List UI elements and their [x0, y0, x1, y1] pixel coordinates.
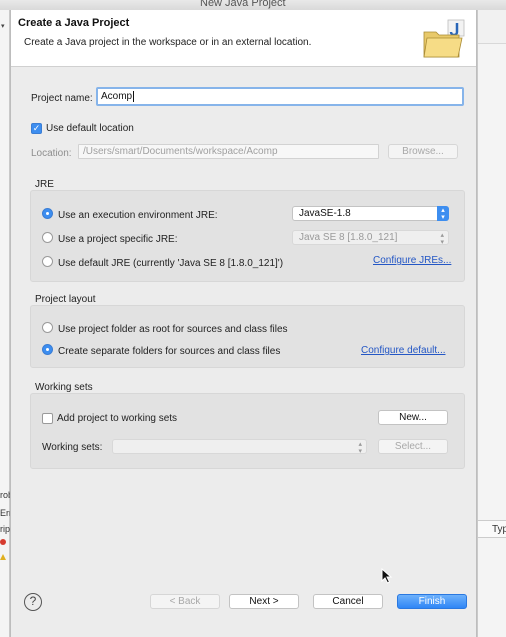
jre-project-specific-label: Use a project specific JRE:	[58, 234, 178, 245]
ide-title-bar: New Java Project	[0, 0, 506, 10]
project-name-label: Project name:	[31, 93, 93, 104]
browse-button[interactable]: Browse...	[388, 144, 458, 159]
ide-left-panel: ▾ rob Err rip	[0, 10, 10, 637]
working-sets-select[interactable]: ▴ ▾	[112, 439, 367, 455]
help-icon[interactable]: ?	[24, 593, 42, 611]
new-working-set-button[interactable]: New...	[378, 410, 448, 425]
working-sets-group	[30, 393, 465, 469]
project-specific-jre-value: Java SE 8 [1.8.0_121]	[299, 232, 398, 243]
warning-icon	[0, 554, 6, 560]
select-working-sets-button[interactable]: Select...	[378, 439, 448, 454]
project-specific-jre-select[interactable]: Java SE 8 [1.8.0_121] ▴ ▾	[292, 230, 449, 246]
project-name-field[interactable]: Acomp	[96, 87, 464, 106]
back-button[interactable]: < Back	[150, 594, 220, 609]
configure-default-link[interactable]: Configure default...	[361, 345, 446, 356]
mouse-cursor-icon	[381, 568, 393, 584]
use-default-location-checkbox[interactable]: ✓	[31, 123, 42, 134]
java-project-folder-icon	[423, 19, 465, 58]
column-header-type: Typ	[492, 524, 506, 535]
dropdown-marker-icon: ▾	[1, 23, 5, 30]
text-caret	[133, 91, 135, 102]
execution-environment-select[interactable]: JavaSE-1.8 ▴ ▾	[292, 206, 449, 221]
configure-jres-link[interactable]: Configure JREs...	[373, 255, 451, 266]
add-to-working-sets-checkbox[interactable]	[42, 413, 53, 424]
layout-root-folder-radio[interactable]	[42, 322, 53, 333]
ide-right-panel: Typ	[477, 10, 506, 637]
error-icon	[0, 539, 6, 545]
location-field[interactable]: /Users/smart/Documents/workspace/Acomp	[78, 144, 379, 159]
select-arrows-icon: ▴ ▾	[358, 441, 362, 455]
execution-environment-value: JavaSE-1.8	[299, 208, 351, 219]
select-arrows-icon: ▴ ▾	[437, 206, 449, 221]
banner-title: Create a Java Project	[18, 17, 130, 29]
new-java-project-dialog: Create a Java Project Create a Java proj…	[10, 10, 477, 637]
cancel-button[interactable]: Cancel	[313, 594, 383, 609]
window-title: New Java Project	[200, 0, 286, 9]
project-name-value: Acomp	[101, 91, 133, 103]
jre-execution-environment-label: Use an execution environment JRE:	[58, 210, 218, 221]
panel-text-fragment: Err	[0, 508, 10, 518]
working-sets-label: Working sets:	[42, 442, 103, 453]
jre-default-radio[interactable]	[42, 256, 53, 267]
location-label: Location:	[31, 148, 72, 159]
jre-default-label: Use default JRE (currently 'Java SE 8 [1…	[58, 258, 284, 269]
jre-group-title: JRE	[35, 179, 54, 190]
panel-tab-fragment: rob	[0, 490, 10, 500]
add-to-working-sets-label: Add project to working sets	[57, 413, 178, 424]
project-layout-group-title: Project layout	[35, 294, 96, 305]
select-arrows-icon: ▴ ▾	[440, 232, 444, 246]
next-button[interactable]: Next >	[229, 594, 299, 609]
toolbar-fragment	[478, 10, 506, 44]
column-header: Typ	[478, 520, 506, 538]
dialog-banner: Create a Java Project Create a Java proj…	[11, 10, 476, 67]
project-layout-group	[30, 305, 465, 368]
column-header-fragment: rip	[0, 524, 10, 534]
finish-button[interactable]: Finish	[397, 594, 467, 609]
use-default-location-label: Use default location	[46, 123, 134, 134]
layout-separate-folders-radio[interactable]	[42, 344, 53, 355]
layout-separate-folders-label: Create separate folders for sources and …	[58, 346, 281, 357]
jre-execution-environment-radio[interactable]	[42, 208, 53, 219]
layout-root-folder-label: Use project folder as root for sources a…	[58, 324, 288, 335]
jre-project-specific-radio[interactable]	[42, 232, 53, 243]
working-sets-group-title: Working sets	[35, 382, 93, 393]
banner-description: Create a Java project in the workspace o…	[24, 37, 312, 48]
